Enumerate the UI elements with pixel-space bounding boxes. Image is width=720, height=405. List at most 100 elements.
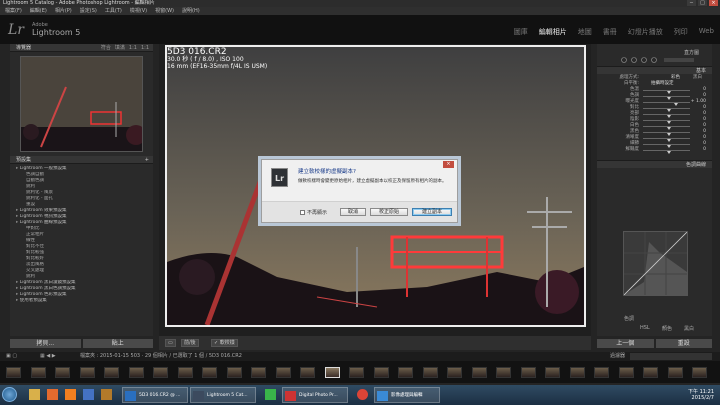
filmstrip-thumbnail[interactable] xyxy=(251,367,266,378)
tone-curve[interactable] xyxy=(623,231,688,296)
loupe-view-icon[interactable]: ▭ xyxy=(165,339,176,347)
tone-curve-header[interactable]: 色調曲線 xyxy=(597,160,712,168)
module-tab[interactable]: 列印 xyxy=(674,27,688,37)
filmstrip-thumbnail[interactable] xyxy=(422,367,438,378)
menu-item[interactable]: 說明(H) xyxy=(182,7,200,15)
filmstrip-thumbnail[interactable] xyxy=(667,367,683,378)
before-after-button[interactable]: 前/後 xyxy=(181,339,199,347)
zoom-tab[interactable]: 符合 xyxy=(101,44,111,52)
bridge-icon[interactable] xyxy=(98,387,114,403)
preset-folder[interactable]: 使用者預設集 xyxy=(16,298,149,304)
filmstrip-thumbnail[interactable] xyxy=(55,367,70,378)
maximize-icon[interactable]: □ xyxy=(698,0,707,6)
filmstrip-thumbnail[interactable] xyxy=(349,367,364,378)
filmstrip-thumbnail[interactable] xyxy=(643,367,658,378)
cancel-button[interactable]: 取消 xyxy=(340,208,366,216)
zoom-tab[interactable]: 填滿 xyxy=(115,44,125,52)
filmstrip-thumbnail[interactable] xyxy=(177,367,193,378)
slider-track[interactable] xyxy=(643,126,690,130)
paste-button[interactable]: 貼上 xyxy=(82,339,153,348)
navigator-header[interactable]: 導覽器 符合 填滿 1:1 1:1 xyxy=(10,44,153,52)
module-tab[interactable]: 地圖 xyxy=(578,27,592,37)
module-tab[interactable]: 圖庫 xyxy=(514,27,528,37)
close-icon[interactable]: × xyxy=(709,0,718,6)
navigator-preview[interactable] xyxy=(20,56,143,152)
menu-item[interactable]: 檔案(F) xyxy=(5,7,22,15)
start-button[interactable] xyxy=(2,387,17,402)
copy-button[interactable]: 拷貝... xyxy=(10,339,81,348)
slider-track[interactable] xyxy=(643,96,690,100)
illustrator-icon[interactable] xyxy=(62,387,78,403)
task-dpp[interactable]: Digital Photo Pr... xyxy=(282,387,348,403)
filmstrip-thumbnail[interactable] xyxy=(300,367,315,378)
filmstrip-thumbnail[interactable] xyxy=(30,367,46,378)
checkbox-box[interactable] xyxy=(300,210,305,215)
menu-item[interactable]: 相片(P) xyxy=(55,7,72,15)
soft-proof-checkbox[interactable]: ✓ 軟校樣 xyxy=(211,339,238,347)
dialog-close-icon[interactable]: × xyxy=(443,161,454,168)
explorer-icon[interactable] xyxy=(26,387,42,403)
slider-knob[interactable] xyxy=(666,151,671,154)
menu-item[interactable]: 檢視(V) xyxy=(130,7,147,15)
media-icon[interactable] xyxy=(80,387,96,403)
slider-track[interactable] xyxy=(643,132,690,136)
filmstrip-thumbnail[interactable] xyxy=(618,367,634,378)
task-lightroom[interactable]: Lightroom 5 Cat... xyxy=(190,387,256,403)
proof-original-button[interactable]: 校正原始 xyxy=(370,208,408,216)
filmstrip-thumbnail[interactable] xyxy=(202,367,217,378)
slider-track[interactable] xyxy=(643,150,690,154)
filmstrip-thumbnail[interactable] xyxy=(226,367,242,378)
filmstrip-thumbnail[interactable] xyxy=(275,367,291,378)
task-photoshop[interactable]: 5D3 016.CR2 @ ... xyxy=(122,387,188,403)
presets-header[interactable]: 預設集 + xyxy=(10,156,153,164)
dont-show-checkbox[interactable]: 不再顯示 xyxy=(300,209,327,216)
slider-track[interactable] xyxy=(643,120,690,124)
slider-track[interactable] xyxy=(643,102,690,106)
module-tab[interactable]: 編輯相片 xyxy=(539,27,567,37)
task-editor[interactable]: 影像處理與編輯 xyxy=(374,387,440,403)
filmstrip-thumbnail[interactable] xyxy=(594,367,609,378)
reset-button[interactable]: 重設 xyxy=(655,339,712,348)
menu-item[interactable]: 設定(S) xyxy=(80,7,97,15)
filmstrip-thumbnail[interactable] xyxy=(128,367,144,378)
slider-track[interactable] xyxy=(643,114,690,118)
module-tab[interactable]: 書冊 xyxy=(603,27,617,37)
screen-icons[interactable]: ▣ ▢ xyxy=(6,352,17,361)
chrome-icon[interactable] xyxy=(354,387,370,403)
menu-item[interactable]: 工具(T) xyxy=(105,7,122,15)
module-tab[interactable]: 幻燈片播放 xyxy=(628,27,663,37)
filmstrip-thumbnail[interactable] xyxy=(569,367,585,378)
minimize-icon[interactable]: − xyxy=(687,0,696,6)
filmstrip-thumbnail[interactable] xyxy=(6,367,21,378)
add-preset-icon[interactable]: + xyxy=(145,156,149,164)
hsl-tab[interactable]: HSL xyxy=(640,325,650,331)
module-tab[interactable]: Web xyxy=(699,27,714,37)
menu-item[interactable]: 編輯(E) xyxy=(30,7,47,15)
filmstrip-thumbnail[interactable] xyxy=(471,367,487,378)
filmstrip-thumbnail[interactable] xyxy=(373,367,389,378)
filmstrip-thumbnail[interactable] xyxy=(398,367,413,378)
zoom-tab[interactable]: 1:1 xyxy=(141,44,149,52)
filmstrip-thumbnail[interactable] xyxy=(79,367,95,378)
filmstrip-thumbnail[interactable] xyxy=(153,367,168,378)
slider-track[interactable] xyxy=(643,138,690,142)
line-icon[interactable] xyxy=(262,387,278,403)
filmstrip-thumbnail[interactable] xyxy=(324,367,340,378)
clock[interactable]: 下午 11:21 2015/2/7 xyxy=(688,389,714,401)
grid-icon[interactable]: ▦ ◀ ▶ xyxy=(40,352,56,361)
slider-track[interactable] xyxy=(643,90,690,94)
filmstrip-thumbnail[interactable] xyxy=(545,367,560,378)
app-icon[interactable] xyxy=(44,387,60,403)
create-copy-button[interactable]: 建立副本 xyxy=(412,208,452,216)
zoom-tab[interactable]: 1:1 xyxy=(129,44,137,52)
filmstrip-thumbnail[interactable] xyxy=(520,367,536,378)
color-tab[interactable]: 顏色 xyxy=(662,325,672,332)
previous-button[interactable]: 上一個 xyxy=(597,339,654,348)
slider-track[interactable] xyxy=(643,144,690,148)
filmstrip-thumbnail[interactable] xyxy=(692,367,707,378)
filmstrip-thumbnail[interactable] xyxy=(496,367,511,378)
menu-item[interactable]: 視窗(W) xyxy=(155,7,174,15)
bw-tab[interactable]: 黑白 xyxy=(684,325,694,332)
filter-select[interactable] xyxy=(630,353,712,360)
filmstrip-thumbnail[interactable] xyxy=(104,367,119,378)
